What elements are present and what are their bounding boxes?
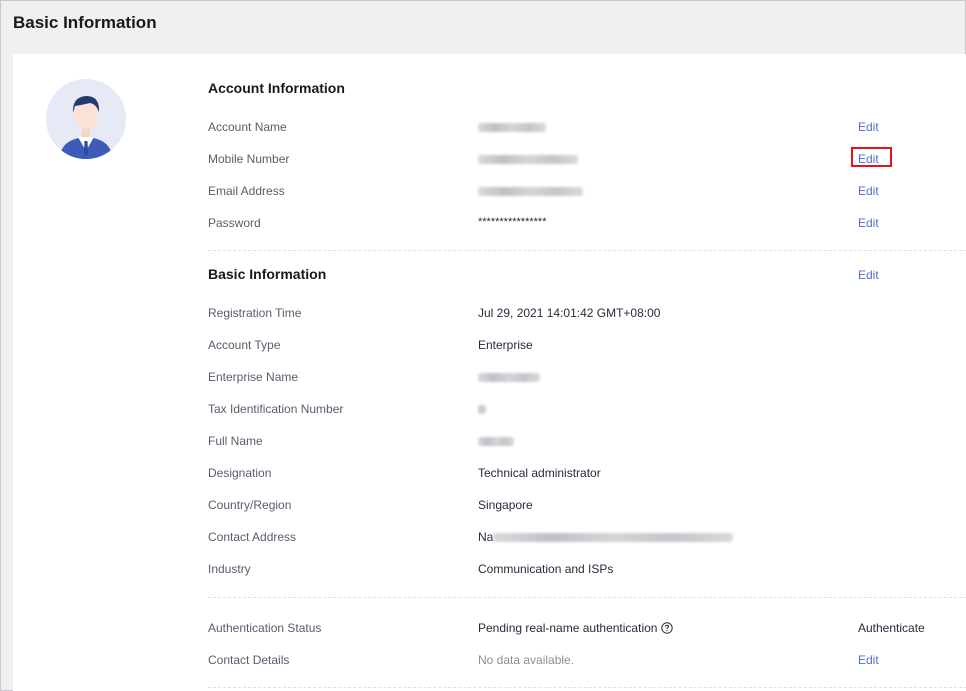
divider [208, 597, 966, 598]
highlight-box [851, 147, 892, 167]
designation-label: Designation [208, 466, 272, 480]
mobile-number-value-redacted [478, 155, 578, 164]
mobile-number-label: Mobile Number [208, 152, 290, 166]
page-title: Basic Information [13, 13, 157, 32]
enterprise-name-label: Enterprise Name [208, 370, 299, 384]
account-name-label: Account Name [208, 120, 287, 134]
avatar[interactable] [46, 79, 126, 159]
industry-value: Communication and ISPs [478, 562, 614, 576]
contact-address-label: Contact Address [208, 530, 297, 544]
authentication-status-value: Pending real-name authentication [478, 621, 674, 635]
email-address-label: Email Address [208, 184, 285, 198]
edit-account-name-link[interactable]: Edit [858, 120, 879, 134]
registration-time-label: Registration Time [208, 306, 302, 320]
country-region-label: Country/Region [208, 498, 292, 512]
edit-password-link[interactable]: Edit [858, 216, 879, 230]
industry-label: Industry [208, 562, 251, 576]
account-type-value: Enterprise [478, 338, 533, 352]
password-label: Password [208, 216, 261, 230]
enterprise-name-value-redacted [478, 373, 540, 382]
contact-details-label: Contact Details [208, 653, 290, 667]
user-avatar-icon [46, 79, 126, 159]
tax-id-value-redacted [478, 405, 486, 414]
email-address-value-redacted [478, 187, 583, 196]
registration-time-value: Jul 29, 2021 14:01:42 GMT+08:00 [478, 306, 661, 320]
edit-basic-info-link[interactable]: Edit [858, 268, 879, 282]
edit-contact-details-link[interactable]: Edit [858, 653, 879, 667]
divider [208, 687, 966, 688]
account-info-title: Account Information [208, 80, 345, 96]
country-region-value: Singapore [478, 498, 533, 512]
tax-id-label: Tax Identification Number [208, 402, 344, 416]
full-name-value-redacted [478, 437, 514, 446]
authentication-status-label: Authentication Status [208, 621, 322, 635]
contact-address-value: Na [478, 530, 494, 544]
authentication-status-text: Pending real-name authentication [478, 621, 658, 635]
authenticate-link[interactable]: Authenticate [858, 621, 925, 635]
help-circle-icon[interactable] [661, 622, 674, 634]
account-type-label: Account Type [208, 338, 281, 352]
info-card: Account Information Account Name Edit Mo… [13, 54, 966, 691]
edit-email-address-link[interactable]: Edit [858, 184, 879, 198]
contact-details-value: No data available. [478, 653, 575, 667]
basic-info-title: Basic Information [208, 266, 327, 282]
account-name-value-redacted [478, 123, 546, 132]
divider [208, 250, 966, 251]
password-value: **************** [478, 216, 547, 228]
full-name-label: Full Name [208, 434, 263, 448]
designation-value: Technical administrator [478, 466, 601, 480]
contact-address-value-redacted [493, 533, 733, 542]
window-frame: Basic Information Account Information Ac… [0, 0, 966, 691]
